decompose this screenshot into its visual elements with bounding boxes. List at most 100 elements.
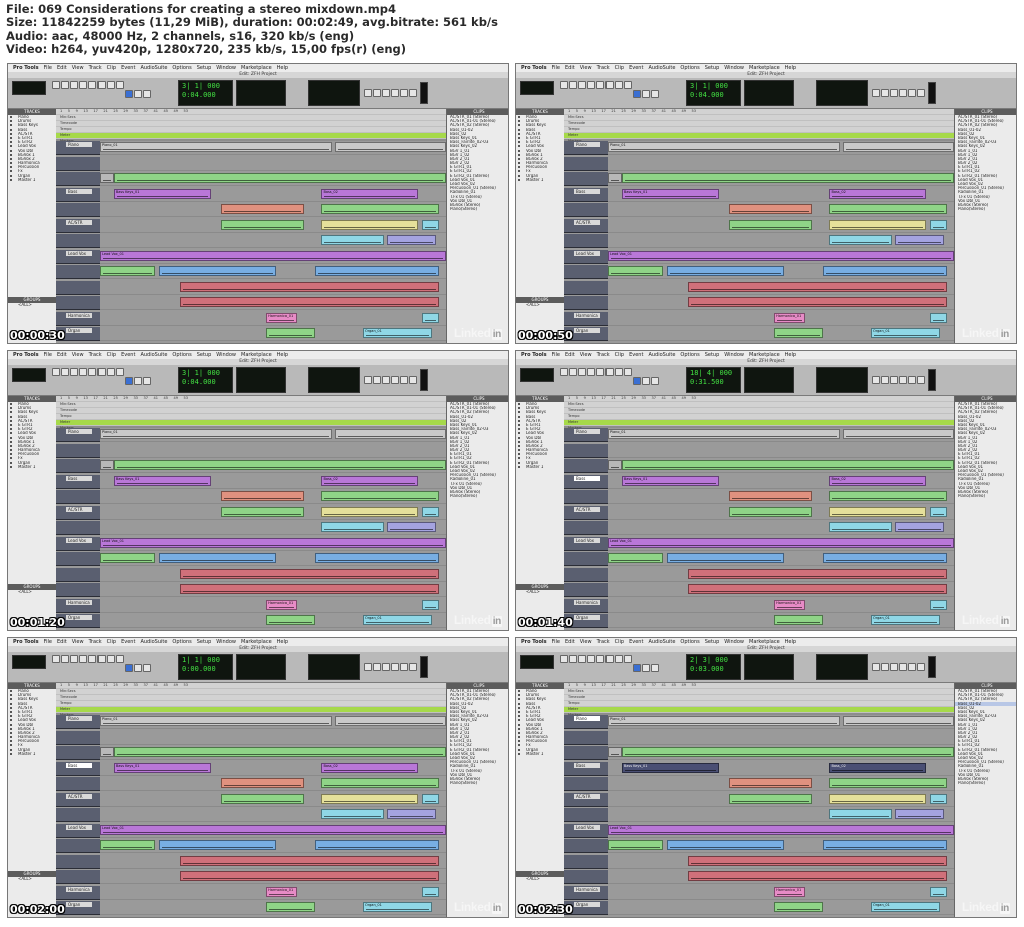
audio-clip[interactable]: Harmonica_01 [774, 312, 806, 323]
visibility-dot-icon[interactable] [10, 411, 12, 414]
track-lane[interactable]: Piano_01 [100, 428, 446, 442]
audio-clip[interactable] [221, 219, 305, 230]
menu-item[interactable]: Marketplace [749, 65, 780, 71]
visibility-dot-icon[interactable] [10, 449, 12, 452]
track-name-field[interactable]: Organ [66, 615, 92, 620]
audio-clip[interactable] [314, 840, 440, 850]
audio-clip[interactable] [729, 491, 813, 501]
tool-button[interactable] [107, 655, 115, 663]
tool-button[interactable] [624, 368, 632, 376]
audio-clip[interactable]: Piano_01 [608, 429, 840, 439]
audio-clip[interactable]: Bass Keys_01 [621, 188, 719, 199]
track-lane[interactable] [100, 731, 446, 745]
track-header[interactable]: AC/STR [564, 218, 608, 233]
menu-item[interactable]: Event [629, 352, 643, 358]
audio-clip[interactable] [687, 871, 948, 881]
selection-display[interactable] [236, 654, 286, 680]
visibility-dot-icon[interactable] [518, 141, 520, 144]
tool-button[interactable] [642, 664, 650, 672]
menu-item[interactable]: Setup [197, 65, 212, 71]
edit-mode-button[interactable] [52, 655, 60, 663]
track-name-field[interactable]: Lead Vox [66, 250, 92, 256]
track-lane[interactable]: Piano_01 [608, 715, 954, 729]
track-lane[interactable] [100, 265, 446, 279]
tool-button[interactable] [125, 377, 133, 385]
track-header[interactable] [564, 552, 608, 566]
menu-item[interactable]: Setup [705, 639, 720, 645]
track-header[interactable]: Lead Vox [56, 249, 100, 264]
edit-mode-button[interactable] [70, 368, 78, 376]
transport-display[interactable] [308, 80, 360, 106]
visibility-dot-icon[interactable] [10, 702, 12, 705]
menu-item[interactable]: Setup [705, 65, 720, 71]
clip-list-item[interactable]: Piano(Stereo) [447, 207, 508, 211]
audio-clip[interactable] [687, 568, 948, 579]
visibility-dot-icon[interactable] [10, 727, 12, 730]
audio-clip[interactable]: Bass_02 [321, 762, 419, 773]
transport-button[interactable] [872, 663, 880, 671]
group-item[interactable]: <ALL> [8, 590, 56, 594]
track-lane[interactable]: Piano_01 [608, 141, 954, 155]
track-lane[interactable]: Bass Keys_01 Bass_02 [100, 188, 446, 202]
track-header[interactable] [56, 521, 100, 535]
track-header[interactable]: Harmonica [564, 598, 608, 613]
track-name-field[interactable]: AC/STR [574, 793, 600, 799]
track-lane[interactable] [608, 731, 954, 745]
tool-button[interactable] [107, 368, 115, 376]
track-lane[interactable]: Lead Vox_01 [608, 537, 954, 551]
edit-mode-button[interactable] [52, 368, 60, 376]
audio-clip[interactable] [929, 599, 948, 610]
menu-item[interactable]: Event [121, 352, 135, 358]
track-header[interactable] [56, 265, 100, 279]
audio-clip[interactable]: Harmonica_01 [774, 886, 806, 897]
audio-clip[interactable] [687, 297, 948, 307]
tool-button[interactable] [143, 664, 151, 672]
audio-clip[interactable] [221, 793, 305, 804]
menu-item[interactable]: AudioSuite [648, 65, 675, 71]
track-lane[interactable] [100, 444, 446, 458]
menu-item[interactable]: Setup [197, 352, 212, 358]
audio-clip[interactable] [100, 266, 156, 276]
track-name-field[interactable]: Piano [66, 429, 92, 434]
track-name-field[interactable]: Bass [66, 762, 92, 768]
audio-clip[interactable]: Lead Vox_01 [100, 824, 446, 835]
track-header[interactable] [56, 459, 100, 473]
audio-clip[interactable] [829, 204, 948, 214]
visibility-dot-icon[interactable] [518, 411, 520, 414]
track-header[interactable] [56, 583, 100, 597]
track-lane[interactable] [100, 552, 446, 566]
audio-clip[interactable] [687, 281, 948, 292]
track-lane[interactable]: Bass Keys_01 Bass_02 [100, 762, 446, 776]
main-counter[interactable]: 3| 1| 000 0:04.000 [686, 80, 741, 106]
visibility-dot-icon[interactable] [10, 120, 12, 123]
menu-item[interactable]: Setup [705, 352, 720, 358]
visibility-dot-icon[interactable] [518, 423, 520, 426]
edit-mode-button[interactable] [79, 81, 87, 89]
audio-clip[interactable] [829, 491, 948, 501]
track-list-item[interactable]: Master 1 [516, 752, 564, 756]
track-header[interactable]: Lead Vox [56, 536, 100, 551]
main-counter[interactable]: 18| 4| 000 0:31.500 [686, 367, 741, 393]
menu-item[interactable]: Edit [565, 639, 575, 645]
audio-clip[interactable] [729, 219, 813, 230]
tool-button[interactable] [107, 81, 115, 89]
track-lane[interactable] [100, 459, 446, 473]
track-list-item[interactable]: Master 1 [516, 178, 564, 182]
audio-clip[interactable] [829, 809, 892, 819]
track-name-field[interactable]: Harmonica [574, 886, 600, 892]
track-header[interactable] [56, 443, 100, 458]
audio-clip[interactable] [843, 429, 954, 439]
audio-clip[interactable] [100, 173, 114, 183]
track-lane[interactable] [608, 870, 954, 884]
audio-clip[interactable]: Bass Keys_01 [621, 762, 719, 773]
transport-button[interactable] [881, 89, 889, 97]
visibility-dot-icon[interactable] [10, 166, 12, 169]
visibility-dot-icon[interactable] [10, 432, 12, 435]
tool-button[interactable] [125, 664, 133, 672]
menu-item[interactable]: AudioSuite [648, 352, 675, 358]
clip-list-item[interactable]: Piano(Stereo) [955, 207, 1016, 211]
track-header[interactable] [56, 234, 100, 248]
visibility-dot-icon[interactable] [10, 744, 12, 747]
grid-display[interactable] [520, 368, 554, 382]
menu-item[interactable]: Clip [615, 65, 624, 71]
